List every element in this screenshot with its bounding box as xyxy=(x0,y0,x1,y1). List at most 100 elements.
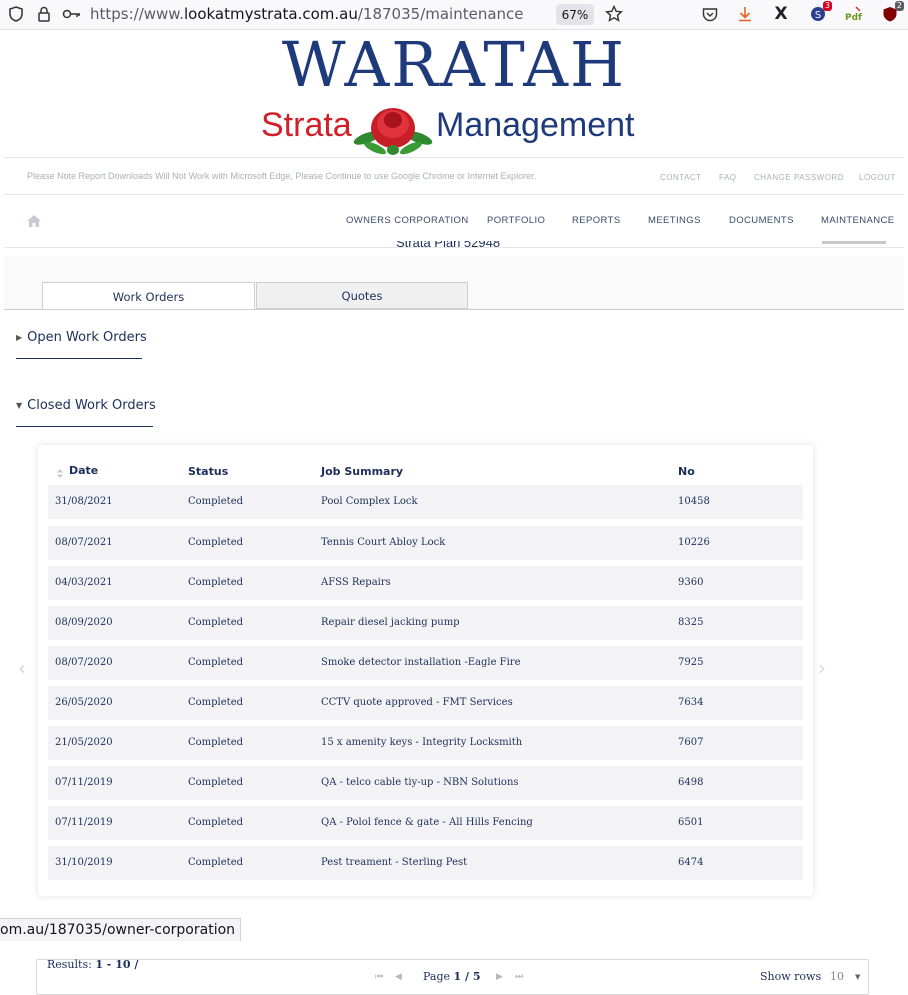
cell-no: 8325 xyxy=(678,617,704,628)
first-page-icon[interactable]: ⏮ xyxy=(375,972,383,982)
prev-page-icon[interactable]: ◀ xyxy=(395,972,402,982)
nav-documents[interactable]: DOCUMENTS xyxy=(729,215,794,226)
cell-status: Completed xyxy=(188,777,244,788)
table-row[interactable]: 08/07/2021 Completed Tennis Court Abloy Lo… xyxy=(48,526,803,560)
download-icon[interactable] xyxy=(735,4,755,24)
cell-status: Completed xyxy=(188,657,244,668)
waratah-logo[interactable]: WARATAH Strata Management xyxy=(261,28,647,156)
browser-notice: Please Note Report Downloads Will Not Wo… xyxy=(27,171,537,181)
cell-no: 10226 xyxy=(678,537,710,548)
logo-title: WARATAH xyxy=(281,28,627,101)
page-label: Page xyxy=(423,970,451,983)
caret-right-icon: ▶ xyxy=(16,333,23,342)
table-row[interactable]: 07/11/2019 Completed QA - Polol fence & ga… xyxy=(48,806,803,840)
tab-work-orders[interactable]: Work Orders xyxy=(42,282,255,310)
cell-job-summary: Repair diesel jacking pump xyxy=(321,617,460,628)
logout-link[interactable]: LOGOUT xyxy=(859,173,896,182)
cell-date: 08/07/2020 xyxy=(55,657,113,668)
last-page-icon[interactable]: ⏭ xyxy=(515,972,523,982)
x-extension-icon[interactable]: X xyxy=(771,4,791,24)
next-page-icon[interactable]: ▶ xyxy=(496,972,503,982)
faq-link[interactable]: FAQ xyxy=(719,173,737,182)
table-row[interactable]: 31/10/2019 Completed Pest treament - Sterl… xyxy=(48,846,803,880)
open-work-orders-toggle[interactable]: ▶ Open Work Orders xyxy=(16,330,147,345)
cell-status: Completed xyxy=(188,737,244,748)
cell-status: Completed xyxy=(188,617,244,628)
closed-work-orders-label: Closed Work Orders xyxy=(27,398,156,413)
cell-date: 31/10/2019 xyxy=(55,857,113,868)
nav-portfolio[interactable]: PORTFOLIO xyxy=(487,215,545,226)
header-date[interactable]: Date xyxy=(69,464,98,477)
page-indicator: Page 1 / 5 xyxy=(423,970,481,983)
nav-reports[interactable]: REPORTS xyxy=(572,215,621,226)
chevron-down-icon[interactable]: ▼ xyxy=(855,973,860,981)
header-no[interactable]: No xyxy=(678,465,695,478)
cell-status: Completed xyxy=(188,857,244,868)
url-path: /187035/maintenance xyxy=(357,5,524,23)
svg-text:S: S xyxy=(815,10,821,21)
cell-date: 04/03/2021 xyxy=(55,577,113,588)
content-area: Work Orders Quotes ▶ Open Work Orders ▼ … xyxy=(4,256,904,995)
bookmark-star-icon[interactable] xyxy=(604,4,624,24)
cell-job-summary: CCTV quote approved - FMT Services xyxy=(321,697,513,708)
shield-icon[interactable] xyxy=(6,4,26,24)
change-password-link[interactable]: CHANGE PASSWORD xyxy=(754,173,844,182)
pocket-icon[interactable] xyxy=(700,4,720,24)
open-section-underline xyxy=(16,358,142,359)
cell-no: 10458 xyxy=(678,496,710,507)
nav-active-indicator xyxy=(822,241,886,244)
sort-icon[interactable] xyxy=(57,469,63,478)
table-row[interactable]: 21/05/2020 Completed 15 x amenity keys - I… xyxy=(48,726,803,760)
cell-no: 7607 xyxy=(678,737,704,748)
nav-owners-corporation[interactable]: OWNERS CORPORATION xyxy=(346,215,469,226)
table-row[interactable]: 08/09/2020 Completed Repair diesel jacking… xyxy=(48,606,803,640)
cell-no: 6474 xyxy=(678,857,704,868)
work-orders-panel: ▶ Open Work Orders ▼ Closed Work Orders … xyxy=(4,310,904,995)
cell-date: 08/07/2021 xyxy=(55,537,113,548)
contact-link[interactable]: CONTACT xyxy=(660,173,702,182)
cell-job-summary: Pool Complex Lock xyxy=(321,496,418,507)
nav-meetings[interactable]: MEETINGS xyxy=(648,215,701,226)
key-icon[interactable] xyxy=(62,4,82,24)
table-header: Date Status Job Summary No xyxy=(38,445,813,485)
url-domain: lookatmystrata.com.au xyxy=(183,5,358,23)
cell-no: 7925 xyxy=(678,657,704,668)
tab-quotes[interactable]: Quotes xyxy=(256,282,468,309)
extension-badge-count: 3 xyxy=(822,1,832,11)
cell-job-summary: Smoke detector installation -Eagle Fire xyxy=(321,657,521,668)
cell-job-summary: 15 x amenity keys - Integrity Locksmith xyxy=(321,737,523,748)
cell-no: 6498 xyxy=(678,777,704,788)
cell-job-summary: Pest treament - Sterling Pest xyxy=(321,857,468,868)
address-bar[interactable]: https://www.lookatmystrata.com.au/187035… xyxy=(90,5,524,23)
cell-job-summary: QA - Polol fence & gate - All Hills Fenc… xyxy=(321,817,533,828)
url-prefix: https://www. xyxy=(90,5,184,23)
cell-status: Completed xyxy=(188,496,244,507)
open-work-orders-label: Open Work Orders xyxy=(27,330,147,345)
zoom-level-button[interactable]: 67% xyxy=(556,4,594,25)
scroll-right-arrow-icon[interactable]: › xyxy=(818,656,826,680)
pdf-extension-icon[interactable]: Pdf xyxy=(843,4,863,24)
page-value: 1 / 5 xyxy=(453,970,481,983)
home-icon[interactable] xyxy=(26,214,42,228)
extension-s-icon[interactable]: S 3 xyxy=(808,1,832,24)
table-row[interactable]: 07/11/2019 Completed QA - telco cable tiy-… xyxy=(48,766,803,800)
cell-date: 21/05/2020 xyxy=(55,737,113,748)
lock-icon[interactable] xyxy=(34,4,54,24)
results-label: Results: xyxy=(47,958,92,971)
table-row[interactable]: 04/03/2021 Completed AFSS Repairs 9360 xyxy=(48,566,803,600)
show-rows-label: Show rows xyxy=(760,970,822,983)
ublock-icon[interactable]: 2 xyxy=(880,1,904,24)
plan-title: Strata Plan 52948 xyxy=(396,241,501,250)
closed-work-orders-toggle[interactable]: ▼ Closed Work Orders xyxy=(16,398,156,413)
table-row[interactable]: 26/05/2020 Completed CCTV quote approved -… xyxy=(48,686,803,720)
scroll-left-arrow-icon[interactable]: ‹ xyxy=(18,656,26,680)
table-row[interactable]: 31/08/2021 Completed Pool Complex Lock 1045… xyxy=(48,485,803,519)
table-row[interactable]: 08/07/2020 Completed Smoke detector instal… xyxy=(48,646,803,680)
header-status[interactable]: Status xyxy=(188,465,228,478)
cell-no: 7634 xyxy=(678,697,704,708)
logo-word-right: Management xyxy=(436,106,635,144)
header-job-summary[interactable]: Job Summary xyxy=(321,465,403,478)
nav-maintenance[interactable]: MAINTENANCE xyxy=(821,215,895,226)
rows-per-page-select[interactable]: 10 xyxy=(830,970,844,983)
cell-status: Completed xyxy=(188,697,244,708)
